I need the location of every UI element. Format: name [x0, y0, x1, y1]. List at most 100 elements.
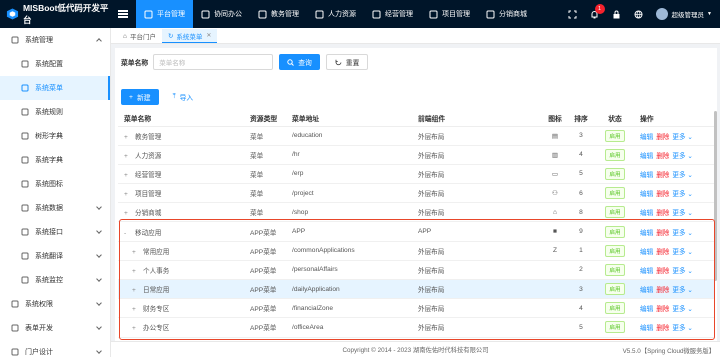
chevron-down-icon[interactable]: ⌄ [686, 191, 693, 198]
edit-link[interactable]: 编辑 [640, 249, 653, 256]
edit-link[interactable]: 编辑 [640, 325, 653, 332]
edit-link[interactable]: 编辑 [640, 153, 653, 160]
table-row[interactable]: + 经营管理 菜单/erp 外层布局 ▭ 5 启用 编辑 删除 更多 ⌄ [118, 164, 714, 185]
sidebar-item[interactable]: 系统管理 [0, 28, 110, 52]
table-row[interactable]: - 移动应用 APP菜单 APP APP ■ 9 启用 编辑 删除 更多 ⌄ [118, 221, 714, 242]
table-row[interactable]: + 个人事务 APP菜单/personalAffairs 外层布局 2 启用 编辑 删除 更多 … [118, 260, 714, 281]
delete-link[interactable]: 删除 [656, 287, 669, 294]
table-row[interactable]: + 日常应用 APP菜单/dailyApplication 外层布局 3 启用 编辑 删除 更多… [118, 279, 714, 300]
edit-link[interactable]: 编辑 [640, 134, 653, 141]
more-link[interactable]: 更多 [672, 191, 685, 198]
sidebar-item[interactable]: 系统数据 [0, 196, 110, 220]
table-row[interactable]: + 人力资源 菜单/hr 外层布局 ▥ 4 启用 编辑 删除 更多 ⌄ [118, 145, 714, 165]
delete-link[interactable]: 删除 [656, 153, 669, 160]
topnav-item[interactable]: 经营管理 [364, 0, 421, 28]
delete-link[interactable]: 删除 [656, 210, 669, 217]
sidebar-item[interactable]: 表单开发 [0, 316, 110, 340]
more-link[interactable]: 更多 [672, 249, 685, 256]
query-button[interactable]: 查询 [279, 54, 320, 70]
more-link[interactable]: 更多 [672, 134, 685, 141]
chevron-down-icon[interactable]: ⌄ [686, 134, 693, 141]
table-row[interactable]: + 财务专区 APP菜单/financialZone 外层布局 4 启用 编辑 删除 更多 ⌄ [118, 298, 714, 319]
expand-icon[interactable]: + [132, 249, 140, 256]
sidebar-item[interactable]: 系统规则 [0, 100, 110, 124]
new-button[interactable]: + 新建 [121, 89, 159, 105]
more-link[interactable]: 更多 [672, 287, 685, 294]
tab-item[interactable]: ↻ 系统菜单 ✕ [161, 29, 218, 43]
expand-icon[interactable]: + [124, 191, 132, 198]
more-link[interactable]: 更多 [672, 172, 685, 179]
chevron-down-icon[interactable]: ⌄ [686, 249, 693, 256]
topnav-item[interactable]: 平台管理 [136, 0, 193, 28]
more-link[interactable]: 更多 [672, 268, 685, 275]
lock-button[interactable] [606, 0, 628, 28]
edit-link[interactable]: 编辑 [640, 191, 653, 198]
sidebar-item[interactable]: 系统配置 [0, 52, 110, 76]
delete-link[interactable]: 删除 [656, 306, 669, 313]
expand-icon[interactable]: + [132, 325, 140, 332]
expand-icon[interactable]: + [124, 153, 132, 160]
expand-icon[interactable]: + [132, 287, 140, 294]
edit-link[interactable]: 编辑 [640, 210, 653, 217]
chevron-down-icon[interactable]: ⌄ [686, 153, 693, 160]
sidebar-item[interactable]: 系统权限 [0, 292, 110, 316]
more-link[interactable]: 更多 [672, 210, 685, 217]
sidebar-item[interactable]: 门户设计 [0, 340, 110, 357]
sidebar-item[interactable]: 系统菜单 [0, 76, 110, 100]
table-row[interactable]: + 分销商城 菜单/shop 外层布局 ⌂ 8 启用 编辑 删除 更多 ⌄ [118, 202, 714, 223]
sidebar-item[interactable]: 系统翻译 [0, 244, 110, 268]
collapse-icon[interactable]: - [124, 230, 132, 237]
delete-link[interactable]: 删除 [656, 172, 669, 179]
reset-button[interactable]: 重置 [325, 54, 369, 70]
table-row[interactable]: + 办公专区 APP菜单/officeArea 外层布局 5 启用 编辑 删除 更多 ⌄ [118, 317, 714, 338]
table-row[interactable]: + 教务管理 菜单/education 外层布局 ▤ 3 启用 编辑 删除 更多 ⌄ [118, 126, 714, 146]
more-link[interactable]: 更多 [672, 230, 685, 237]
expand-icon[interactable]: + [124, 210, 132, 217]
table-row[interactable]: + 项目管理 菜单/project 外层布局 ⚇ 6 启用 编辑 删除 更多 ⌄ [118, 183, 714, 204]
chevron-down-icon[interactable]: ⌄ [686, 268, 693, 275]
chevron-down-icon[interactable]: ⌄ [686, 172, 693, 179]
edit-link[interactable]: 编辑 [640, 268, 653, 275]
delete-link[interactable]: 删除 [656, 325, 669, 332]
sidebar-item[interactable]: 系统监控 [0, 268, 110, 292]
import-button[interactable]: ⤒ 导入 [169, 89, 198, 105]
sidebar-item[interactable]: 系统接口 [0, 220, 110, 244]
chevron-down-icon[interactable]: ⌄ [686, 210, 693, 217]
topnav-item[interactable]: 教务管理 [250, 0, 307, 28]
delete-link[interactable]: 删除 [656, 249, 669, 256]
fullscreen-button[interactable] [562, 0, 584, 28]
tab-item[interactable]: ⌂ 平台门户 [117, 29, 162, 43]
expand-icon[interactable]: + [124, 172, 132, 179]
chevron-down-icon[interactable]: ⌄ [686, 230, 693, 237]
more-link[interactable]: 更多 [672, 306, 685, 313]
user-menu[interactable]: 超级管理员 ▼ [650, 8, 720, 20]
table-scrollbar[interactable] [714, 111, 717, 281]
delete-link[interactable]: 删除 [656, 268, 669, 275]
edit-link[interactable]: 编辑 [640, 287, 653, 294]
menu-name-input[interactable]: 菜单名称 [153, 54, 274, 70]
more-link[interactable]: 更多 [672, 153, 685, 160]
delete-link[interactable]: 删除 [656, 134, 669, 141]
chevron-down-icon[interactable]: ⌄ [686, 287, 693, 294]
sidebar-item[interactable]: 系统图标 [0, 172, 110, 196]
edit-link[interactable]: 编辑 [640, 172, 653, 179]
edit-link[interactable]: 编辑 [640, 306, 653, 313]
sidebar-item[interactable]: 系统字典 [0, 148, 110, 172]
topnav-item[interactable]: 分销商城 [478, 0, 535, 28]
app-logo[interactable]: MISBoot低代码开发平台 [0, 0, 110, 28]
expand-icon[interactable]: + [132, 306, 140, 313]
more-link[interactable]: 更多 [672, 325, 685, 332]
sidebar-item[interactable]: 树形字典 [0, 124, 110, 148]
delete-link[interactable]: 删除 [656, 230, 669, 237]
chevron-down-icon[interactable]: ⌄ [686, 325, 693, 332]
edit-link[interactable]: 编辑 [640, 230, 653, 237]
topnav-item[interactable]: 协同办公 [193, 0, 250, 28]
chevron-down-icon[interactable]: ⌄ [686, 306, 693, 313]
menu-fold-button[interactable] [110, 0, 136, 28]
expand-icon[interactable]: + [124, 134, 132, 141]
language-button[interactable] [628, 0, 650, 28]
close-icon[interactable]: ✕ [206, 32, 211, 39]
table-row[interactable]: + 常用应用 APP菜单/commonApplications 外层布局 Z 1 启用 编辑删… [118, 241, 714, 261]
delete-link[interactable]: 删除 [656, 191, 669, 198]
topnav-item[interactable]: 项目管理 [421, 0, 478, 28]
